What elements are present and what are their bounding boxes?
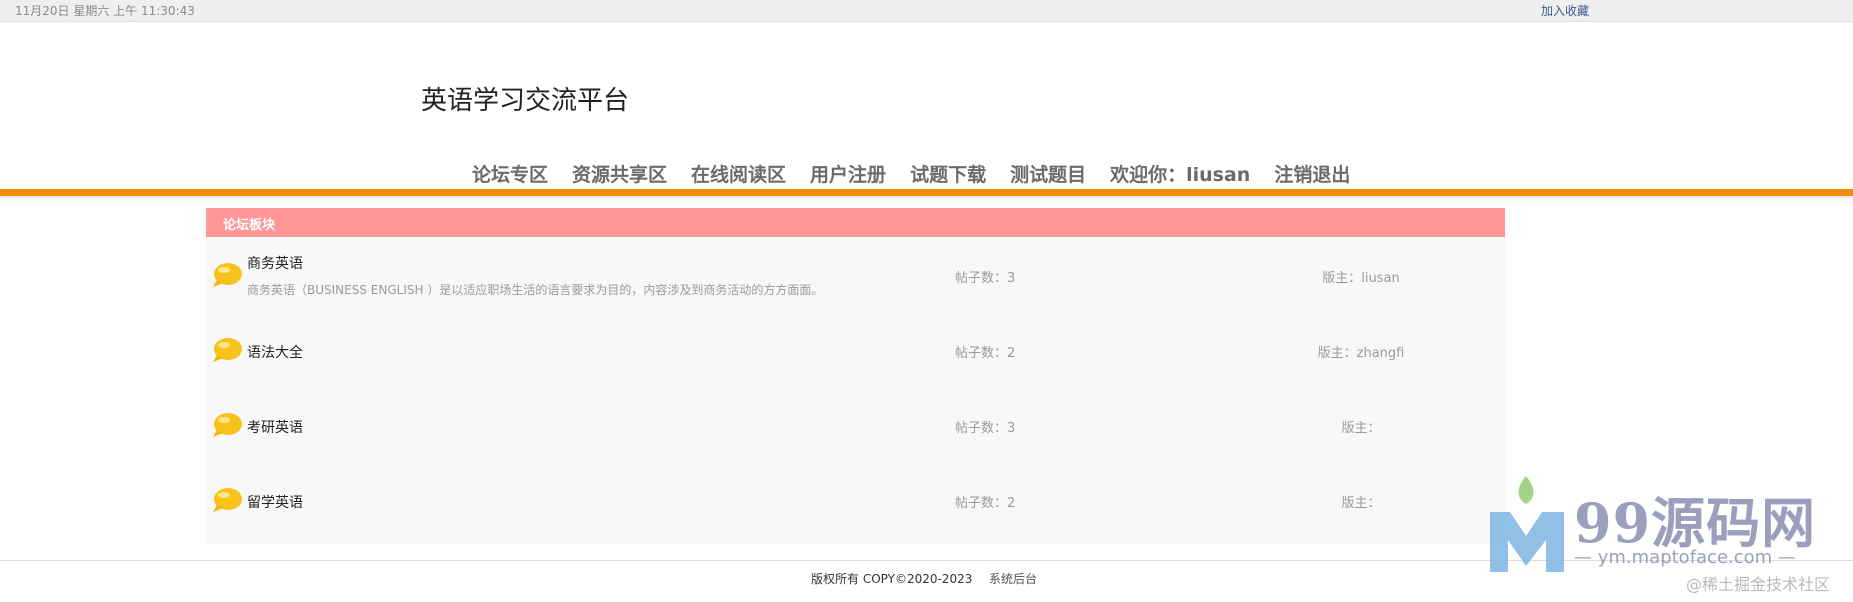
moderator: 版主：liusan <box>1322 271 1400 286</box>
post-count: 帖子数：2 <box>955 346 1016 361</box>
speech-bubble-icon <box>213 338 242 362</box>
board-row[interactable]: 商务英语 商务英语（BUSINESS ENGLISH ）是以适应职场生活的语言要… <box>206 239 1505 313</box>
moderator: 版主：zhangfi <box>1317 346 1405 361</box>
forum-board: 论坛板块 商务英语 商务英语（BUSINESS ENGLISH ）是以适应职场生… <box>206 208 1505 544</box>
nav-forum[interactable]: 论坛专区 <box>472 160 548 188</box>
admin-link[interactable]: 系统后台 <box>989 570 1037 587</box>
board-row[interactable]: 考研英语 帖子数：3 版主： <box>206 389 1505 463</box>
nav-logout[interactable]: 注销退出 <box>1274 160 1350 188</box>
nav-resources[interactable]: 资源共享区 <box>572 160 667 188</box>
nav-download[interactable]: 试题下载 <box>910 160 986 188</box>
moderator: 版主： <box>1341 496 1381 511</box>
board-header: 论坛板块 <box>206 208 1505 237</box>
speech-bubble-icon <box>213 413 242 437</box>
top-bar: 11月20日 星期六 上午 11:30:43 加入收藏 <box>0 0 1853 22</box>
add-favorite-link[interactable]: 加入收藏 <box>1541 2 1589 19</box>
board-name[interactable]: 留学英语 <box>247 492 303 512</box>
board-row[interactable]: 留学英语 帖子数：2 版主： <box>206 464 1505 538</box>
nav-divider-shadow <box>0 196 1853 202</box>
nav-welcome-user[interactable]: 欢迎你：liusan <box>1110 160 1250 188</box>
nav-divider <box>0 189 1853 196</box>
board-name[interactable]: 语法大全 <box>247 342 303 362</box>
nav-tests[interactable]: 测试题目 <box>1010 160 1086 188</box>
main-nav: 论坛专区 资源共享区 在线阅读区 用户注册 试题下载 测试题目 欢迎你：lius… <box>472 160 1374 188</box>
watermark: 99源码网 — ym.maptoface.com — @稀土掘金技术社区 <box>1482 470 1853 602</box>
moderator: 版主： <box>1341 421 1381 436</box>
board-name[interactable]: 商务英语 <box>247 253 303 273</box>
post-count: 帖子数：2 <box>955 496 1016 511</box>
board-name[interactable]: 考研英语 <box>247 417 303 437</box>
post-count: 帖子数：3 <box>955 421 1016 436</box>
speech-bubble-icon <box>213 263 242 287</box>
nav-register[interactable]: 用户注册 <box>810 160 886 188</box>
date-display: 11月20日 星期六 上午 11:30:43 <box>15 4 195 18</box>
post-count: 帖子数：3 <box>955 271 1016 286</box>
board-row[interactable]: 语法大全 帖子数：2 版主：zhangfi <box>206 314 1505 388</box>
board-description: 商务英语（BUSINESS ENGLISH ）是以适应职场生活的语言要求为目的，… <box>247 283 824 297</box>
watermark-community: @稀土掘金技术社区 <box>1686 575 1831 594</box>
watermark-logo-icon <box>1490 476 1564 572</box>
site-title: 英语学习交流平台 <box>421 86 630 116</box>
board-header-title: 论坛板块 <box>223 218 276 233</box>
watermark-url: — ym.maptoface.com — <box>1574 547 1796 568</box>
copyright: 版权所有 COPY©2020-2023 <box>811 572 973 586</box>
speech-bubble-icon <box>213 488 242 512</box>
nav-reading[interactable]: 在线阅读区 <box>691 160 786 188</box>
